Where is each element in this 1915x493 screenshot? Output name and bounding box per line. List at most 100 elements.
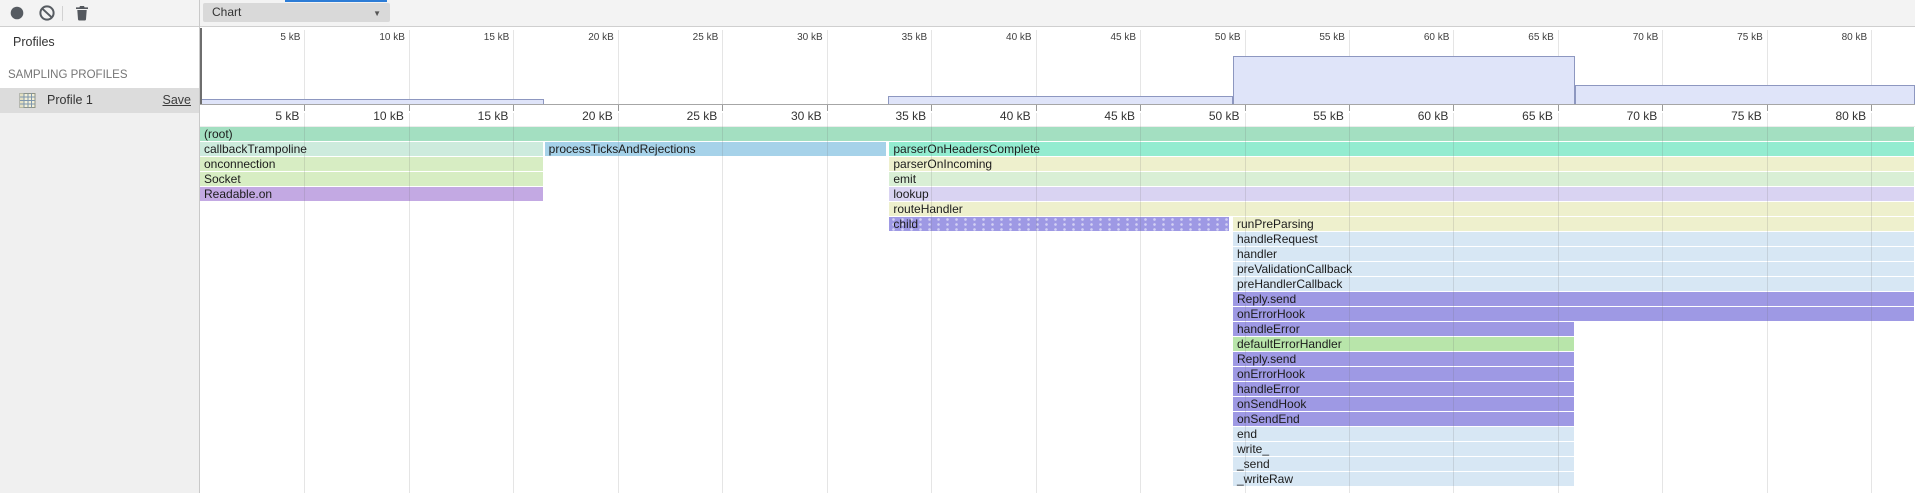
ruler-tick-mark xyxy=(1140,105,1141,111)
gridline xyxy=(409,113,410,493)
clear-icon[interactable] xyxy=(38,4,56,22)
profile-view-select-value: Chart xyxy=(212,5,241,19)
overview-tick-label: 40 kB xyxy=(972,32,1032,44)
toolbar: Chart ▼ xyxy=(0,0,1915,27)
flame-bar-writeraw[interactable]: _writeRaw xyxy=(1233,472,1574,486)
flame-bar-prevalidationcallback[interactable]: preValidationCallback xyxy=(1233,262,1914,276)
overview-tick-label: 50 kB xyxy=(1181,32,1241,44)
profile-view-select[interactable]: Chart ▼ xyxy=(203,3,390,22)
flame-bar-emit[interactable]: emit xyxy=(889,172,1914,186)
ruler-tick-mark xyxy=(1871,105,1872,111)
ruler-tick-label: 55 kB xyxy=(1274,109,1344,123)
flame-bar-child[interactable]: child xyxy=(889,217,1229,231)
gridline xyxy=(827,113,828,493)
gridline xyxy=(304,113,305,493)
overview-tick-label: 75 kB xyxy=(1703,32,1763,44)
ruler-tick-mark xyxy=(1245,105,1246,111)
ruler-tick-mark xyxy=(1036,105,1037,111)
flame-bar-routehandler[interactable]: routeHandler xyxy=(889,202,1914,216)
overview-tick-label: 5 kB xyxy=(240,32,300,44)
gridline xyxy=(722,30,723,104)
overview-tick-label: 65 kB xyxy=(1494,32,1554,44)
ruler-tick-label: 80 kB xyxy=(1796,109,1866,123)
flame-bar-handler[interactable]: handler xyxy=(1233,247,1914,261)
flame-bar-readable-on[interactable]: Readable.on xyxy=(200,187,543,201)
flame-bar-socket[interactable]: Socket xyxy=(200,172,543,186)
overview-memory-silhouette xyxy=(200,99,544,104)
gridline xyxy=(722,113,723,493)
sampling-profiles-section-label: SAMPLING PROFILES xyxy=(8,69,128,81)
flame-bar-parseronincoming[interactable]: parserOnIncoming xyxy=(889,157,1914,171)
ruler-tick-mark xyxy=(1558,105,1559,111)
flame-bar-root[interactable]: (root) xyxy=(200,127,1914,141)
flame-bar-write[interactable]: write_ xyxy=(1233,442,1574,456)
allocation-flame-chart: 5 kB10 kB15 kB20 kB25 kB30 kB35 kB40 kB4… xyxy=(200,27,1915,493)
flame-bar-onerrorhook[interactable]: onErrorHook xyxy=(1233,367,1574,381)
overview-memory-silhouette xyxy=(1233,56,1575,104)
active-tab-indicator xyxy=(285,0,387,2)
ruler-tick-mark xyxy=(409,105,410,111)
flame-chart-rows: (root)callbackTrampolineprocessTicksAndR… xyxy=(200,127,1915,493)
flame-bar-send[interactable]: _send xyxy=(1233,457,1574,471)
flame-bar-parseronheaderscomplete[interactable]: parserOnHeadersComplete xyxy=(889,142,1914,156)
flame-bar-callbacktrampoline[interactable]: callbackTrampoline xyxy=(200,142,543,156)
flame-bar-processticksandrejections[interactable]: processTicksAndRejections xyxy=(545,142,887,156)
overview-tick-label: 45 kB xyxy=(1076,32,1136,44)
overview-left-handle[interactable] xyxy=(200,28,202,104)
profile-name: Profile 1 xyxy=(47,93,93,107)
overview-memory-silhouette xyxy=(888,96,1233,104)
ruler-tick-mark xyxy=(513,105,514,111)
ruler-tick-label: 65 kB xyxy=(1483,109,1553,123)
sidebar-title: Profiles xyxy=(13,35,55,49)
flame-bar-onsendend[interactable]: onSendEnd xyxy=(1233,412,1574,426)
gridline xyxy=(409,30,410,104)
gridline xyxy=(1871,113,1872,493)
overview-tick-label: 30 kB xyxy=(763,32,823,44)
overview-tick-label: 15 kB xyxy=(449,32,509,44)
flame-bar-reply-send[interactable]: Reply.send xyxy=(1233,292,1914,306)
flame-bar-lookup[interactable]: lookup xyxy=(889,187,1914,201)
flame-bar-handlerequest[interactable]: handleRequest xyxy=(1233,232,1914,246)
gridline xyxy=(618,30,619,104)
profile-save-link[interactable]: Save xyxy=(163,93,192,107)
flame-bar-onconnection[interactable]: onconnection xyxy=(200,157,543,171)
ruler-tick-label: 40 kB xyxy=(961,109,1031,123)
trash-icon[interactable] xyxy=(73,4,91,22)
overview-pane[interactable]: 5 kB10 kB15 kB20 kB25 kB30 kB35 kB40 kB4… xyxy=(200,27,1915,105)
gridline xyxy=(1453,113,1454,493)
panel-divider[interactable] xyxy=(199,0,200,493)
overview-tick-label: 70 kB xyxy=(1598,32,1658,44)
ruler-tick-mark xyxy=(1349,105,1350,111)
flame-bar-onsendhook[interactable]: onSendHook xyxy=(1233,397,1574,411)
ruler-tick-mark xyxy=(618,105,619,111)
gridline xyxy=(1558,113,1559,493)
overview-tick-label: 25 kB xyxy=(658,32,718,44)
sidebar-item-profile-1[interactable]: Profile 1 Save xyxy=(0,88,199,113)
overview-memory-silhouette xyxy=(1575,85,1915,104)
gridline xyxy=(1245,113,1246,493)
flame-bar-handleerror[interactable]: handleError xyxy=(1233,322,1574,336)
sidebar-empty-area xyxy=(0,113,199,493)
flame-bar-end[interactable]: end xyxy=(1233,427,1574,441)
ruler-tick-label: 30 kB xyxy=(752,109,822,123)
flame-bar-reply-send[interactable]: Reply.send xyxy=(1233,352,1574,366)
gridline xyxy=(304,30,305,104)
record-icon[interactable] xyxy=(8,4,26,22)
gridline xyxy=(931,113,932,493)
flame-bar-prehandlercallback[interactable]: preHandlerCallback xyxy=(1233,277,1914,291)
flame-chart-ruler[interactable]: 5 kB10 kB15 kB20 kB25 kB30 kB35 kB40 kB4… xyxy=(200,105,1915,127)
ruler-tick-mark xyxy=(931,105,932,111)
overview-tick-label: 20 kB xyxy=(554,32,614,44)
ruler-tick-label: 5 kB xyxy=(229,109,299,123)
ruler-tick-label: 60 kB xyxy=(1378,109,1448,123)
memory-profiler-panel: Chart ▼ Profiles SAMPLING PROFILES Profi… xyxy=(0,0,1915,493)
flame-bar-defaulterrorhandler[interactable]: defaultErrorHandler xyxy=(1233,337,1574,351)
ruler-tick-label: 50 kB xyxy=(1170,109,1240,123)
flame-bar-onerrorhook[interactable]: onErrorHook xyxy=(1233,307,1914,321)
gridline xyxy=(618,113,619,493)
overview-tick-label: 10 kB xyxy=(345,32,405,44)
flame-bar-runpreparsing[interactable]: runPreParsing xyxy=(1233,217,1914,231)
sidebar: Profiles SAMPLING PROFILES Profile 1 Sav… xyxy=(0,27,199,493)
gridline xyxy=(513,30,514,104)
flame-bar-handleerror[interactable]: handleError xyxy=(1233,382,1574,396)
